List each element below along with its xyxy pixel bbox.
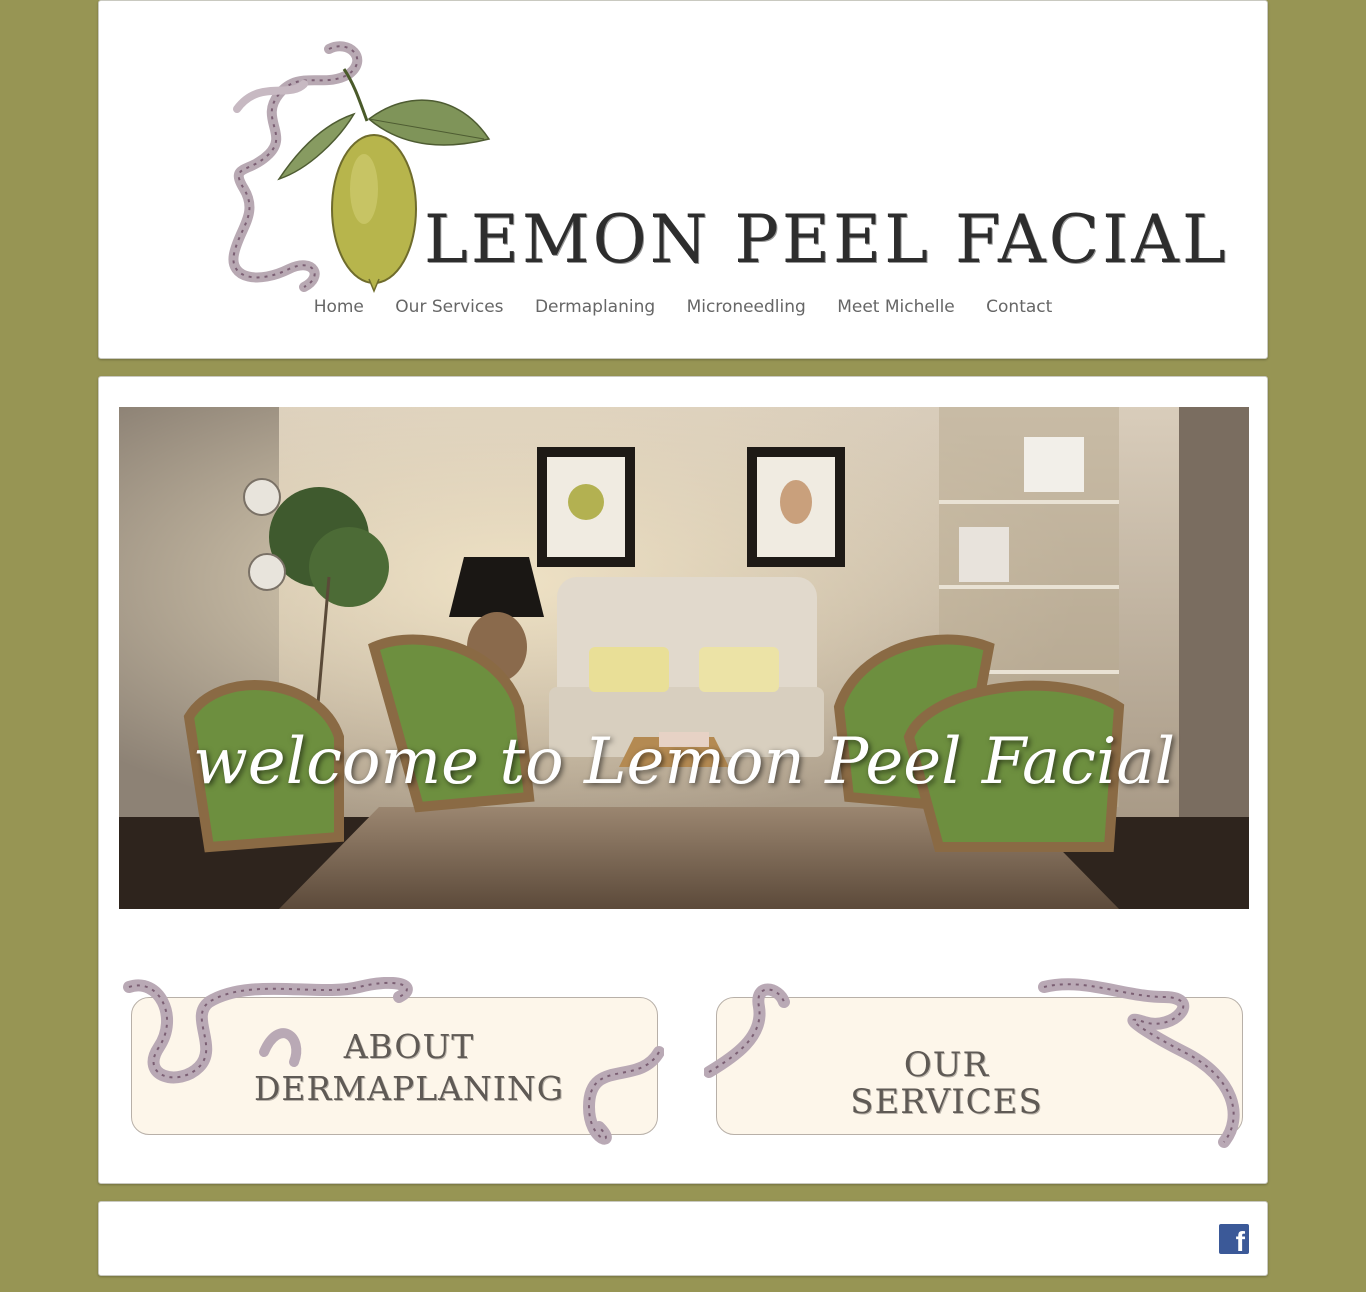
hero-title: welcome to Lemon Peel Facial <box>192 725 1176 799</box>
site-logo-text: LEMON PEEL FACIAL <box>424 201 1229 278</box>
nav-item-meet-michelle[interactable]: Meet Michelle <box>837 297 955 317</box>
nav-item-home[interactable]: Home <box>314 297 364 317</box>
hero-image: welcome to Lemon Peel Facial <box>119 407 1249 909</box>
about-dermaplaning-button[interactable]: ABOUT DERMAPLANING <box>119 977 664 1152</box>
lounge-photo <box>119 407 1249 909</box>
facebook-icon[interactable]: f <box>1219 1224 1249 1254</box>
our-services-button[interactable]: OUR SERVICES <box>704 977 1249 1152</box>
header-panel: LEMON PEEL FACIAL Home Our Services Derm… <box>98 0 1268 359</box>
about-dermaplaning-label-line2: DERMAPLANING <box>253 1069 565 1108</box>
our-services-label: OUR SERVICES <box>850 1045 1043 1123</box>
footer-panel: f <box>98 1201 1268 1276</box>
nav-item-dermaplaning[interactable]: Dermaplaning <box>535 297 655 317</box>
about-dermaplaning-label-line1: ABOUT <box>343 1027 475 1066</box>
nav-item-microneedling[interactable]: Microneedling <box>687 297 806 317</box>
nav-item-contact[interactable]: Contact <box>986 297 1052 317</box>
main-nav: Home Our Services Dermaplaning Microneed… <box>99 297 1267 317</box>
main-panel: welcome to Lemon Peel Facial ABOUT DERMA… <box>98 376 1268 1184</box>
nav-item-our-services[interactable]: Our Services <box>395 297 503 317</box>
site-logo[interactable]: LEMON PEEL FACIAL <box>219 39 1226 299</box>
